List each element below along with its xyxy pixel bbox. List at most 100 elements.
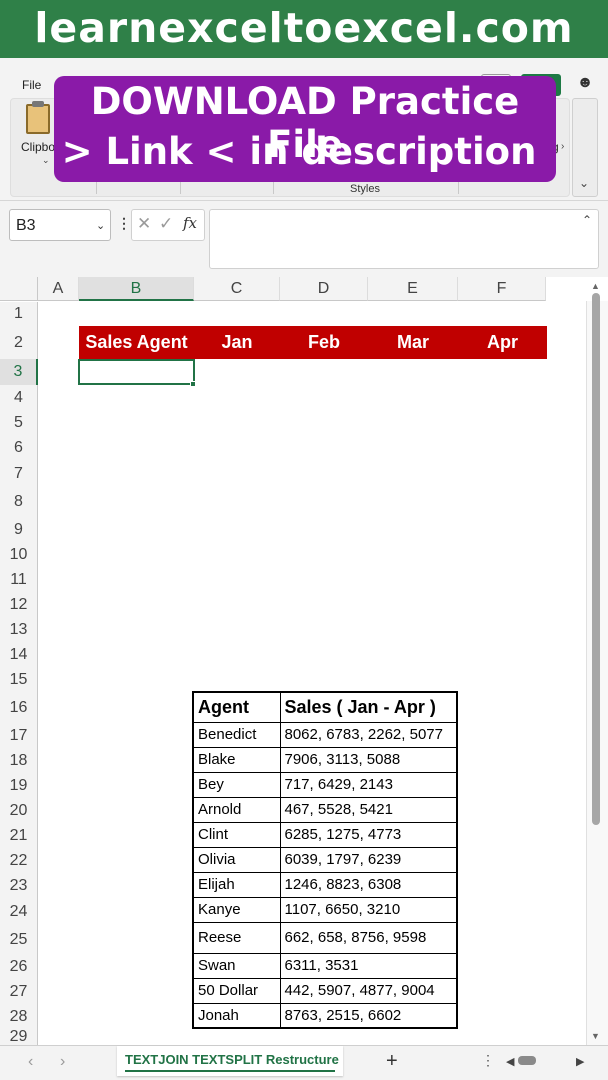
active-cell-selection[interactable] <box>78 359 195 385</box>
chevron-down-icon[interactable]: ⌄ <box>42 155 50 166</box>
worksheet-grid[interactable]: ABCDEF 1 2 3 4 5 6 7 8 9 10 11 12 13 14 15 16 17 18 19 20 21… <box>0 277 608 1045</box>
row-header-16[interactable]: 16 <box>0 692 38 723</box>
insert-function-icon[interactable]: fx <box>183 214 197 232</box>
agent-cell[interactable]: Kanye <box>192 896 281 923</box>
agent-cell[interactable]: Arnold <box>192 796 281 823</box>
row-header-12[interactable]: 12 <box>0 592 38 617</box>
name-box-value: B3 <box>16 217 36 234</box>
header-cell-apr[interactable]: Apr <box>458 332 547 353</box>
row-header-3[interactable]: 3 <box>0 359 38 385</box>
fill-handle[interactable] <box>190 381 196 387</box>
collapse-formula-bar-icon[interactable]: ⌃ <box>582 213 592 227</box>
row-header-9[interactable]: 9 <box>0 517 38 542</box>
chevron-left-icon[interactable]: ‹ <box>28 1053 33 1071</box>
table-row: Blake 7906, 3113, 5088 <box>192 746 458 773</box>
column-header-f[interactable]: F <box>458 277 546 301</box>
vertical-scroll-thumb[interactable] <box>592 293 600 825</box>
agent-cell[interactable]: Jonah <box>192 1002 281 1029</box>
website-banner: learnexceltoexcel.com <box>0 0 608 58</box>
chevron-right-icon[interactable]: › <box>561 141 564 152</box>
column-header-a[interactable]: A <box>38 277 79 301</box>
sales-cell[interactable]: 8062, 6783, 2262, 5077 <box>279 721 458 748</box>
row-header-15[interactable]: 15 <box>0 667 38 692</box>
person-icon[interactable]: ☻ <box>574 72 596 94</box>
row-header-20[interactable]: 20 <box>0 798 38 823</box>
row-header-17[interactable]: 17 <box>0 723 38 748</box>
agent-cell[interactable]: Swan <box>192 952 281 979</box>
agent-cell[interactable]: Blake <box>192 746 281 773</box>
column-header-c[interactable]: C <box>194 277 280 301</box>
sales-cell[interactable]: 6311, 3531 <box>279 952 458 979</box>
row-header-26[interactable]: 26 <box>0 954 38 979</box>
sales-cell[interactable]: 6285, 1275, 4773 <box>279 821 458 848</box>
row-header-23[interactable]: 23 <box>0 873 38 898</box>
row-header-7[interactable]: 7 <box>0 460 38 487</box>
agent-cell[interactable]: Olivia <box>192 846 281 873</box>
chevron-right-icon[interactable]: › <box>60 1053 65 1071</box>
agent-cell[interactable]: Bey <box>192 771 281 798</box>
sales-cell[interactable]: 8763, 2515, 6602 <box>279 1002 458 1029</box>
column-header-b[interactable]: B <box>79 277 194 301</box>
agent-cell[interactable]: Elijah <box>192 871 281 898</box>
row-header-1[interactable]: 1 <box>0 302 38 326</box>
header-cell-feb[interactable]: Feb <box>280 332 368 353</box>
row-header-8[interactable]: 8 <box>0 487 38 517</box>
horizontal-scroll-thumb[interactable] <box>518 1056 536 1065</box>
row-header-4[interactable]: 4 <box>0 385 38 410</box>
cancel-icon[interactable]: ✕ <box>137 214 151 234</box>
scroll-right-icon[interactable]: ▶ <box>576 1055 584 1068</box>
sales-cell[interactable]: 467, 5528, 5421 <box>279 796 458 823</box>
row-header-21[interactable]: 21 <box>0 823 38 848</box>
row-header-25[interactable]: 25 <box>0 925 38 954</box>
row-header-5[interactable]: 5 <box>0 410 38 435</box>
sheet-tab-active[interactable]: TEXTJOIN TEXTSPLIT Restructure <box>117 1046 343 1076</box>
sales-cell[interactable]: 1246, 8823, 6308 <box>279 871 458 898</box>
sales-cell[interactable]: 6039, 1797, 6239 <box>279 846 458 873</box>
row-header-22[interactable]: 22 <box>0 848 38 873</box>
scroll-left-icon[interactable]: ◀ <box>506 1055 514 1068</box>
enter-icon[interactable]: ✓ <box>159 214 173 234</box>
table-header-agent[interactable]: Agent <box>192 691 281 723</box>
chevron-down-icon[interactable]: ⌄ <box>96 219 105 232</box>
agent-cell[interactable]: Reese <box>192 921 281 954</box>
formula-input[interactable] <box>209 209 599 269</box>
row-header-13[interactable]: 13 <box>0 617 38 642</box>
sheet-tab-bar: ‹ › TEXTJOIN TEXTSPLIT Restructure + ⋮ ◀… <box>0 1045 608 1080</box>
row-header-11[interactable]: 11 <box>0 567 38 592</box>
agent-cell[interactable]: 50 Dollar <box>192 977 281 1004</box>
row-header-18[interactable]: 18 <box>0 748 38 773</box>
sales-cell[interactable]: 1107, 6650, 3210 <box>279 896 458 923</box>
sales-cell[interactable]: 442, 5907, 4877, 9004 <box>279 977 458 1004</box>
sales-cell[interactable]: 7906, 3113, 5088 <box>279 746 458 773</box>
agent-cell[interactable]: Clint <box>192 821 281 848</box>
header-cell-mar[interactable]: Mar <box>368 332 458 353</box>
more-sheets-icon[interactable]: ⋮ <box>481 1052 495 1069</box>
scroll-up-icon[interactable]: ▲ <box>591 281 600 291</box>
sales-cell[interactable]: 662, 658, 8756, 9598 <box>279 921 458 954</box>
file-tab[interactable]: File <box>22 78 41 92</box>
agent-cell[interactable]: Benedict <box>192 721 281 748</box>
row-header-14[interactable]: 14 <box>0 642 38 667</box>
row-header-24[interactable]: 24 <box>0 898 38 925</box>
table-header-sales[interactable]: Sales ( Jan - Apr ) <box>279 691 458 723</box>
sales-cell[interactable]: 717, 6429, 2143 <box>279 771 458 798</box>
scroll-down-icon[interactable]: ▼ <box>591 1031 600 1041</box>
row-header-6[interactable]: 6 <box>0 435 38 460</box>
ribbon-expand-icon[interactable]: ⌄ <box>579 176 589 190</box>
select-all-corner[interactable] <box>0 277 38 301</box>
header-cell-jan[interactable]: Jan <box>194 332 280 353</box>
header-cell-sales-agent[interactable]: Sales Agent <box>79 332 194 353</box>
add-sheet-button[interactable]: + <box>386 1050 398 1073</box>
column-header-e[interactable]: E <box>368 277 458 301</box>
row-header-10[interactable]: 10 <box>0 542 38 567</box>
row-header-19[interactable]: 19 <box>0 773 38 798</box>
paste-icon[interactable] <box>26 101 50 134</box>
row-header-2[interactable]: 2 <box>0 326 38 359</box>
row-header-28[interactable]: 28 <box>0 1004 38 1029</box>
name-box[interactable]: B3 ⌄ <box>9 209 111 241</box>
more-options-icon[interactable]: ⋮ <box>117 215 131 232</box>
column-header-d[interactable]: D <box>280 277 368 301</box>
promo-line-2: > Link < in description <box>61 130 537 173</box>
row-header-27[interactable]: 27 <box>0 979 38 1004</box>
row-header-29[interactable]: 29 <box>0 1029 38 1045</box>
